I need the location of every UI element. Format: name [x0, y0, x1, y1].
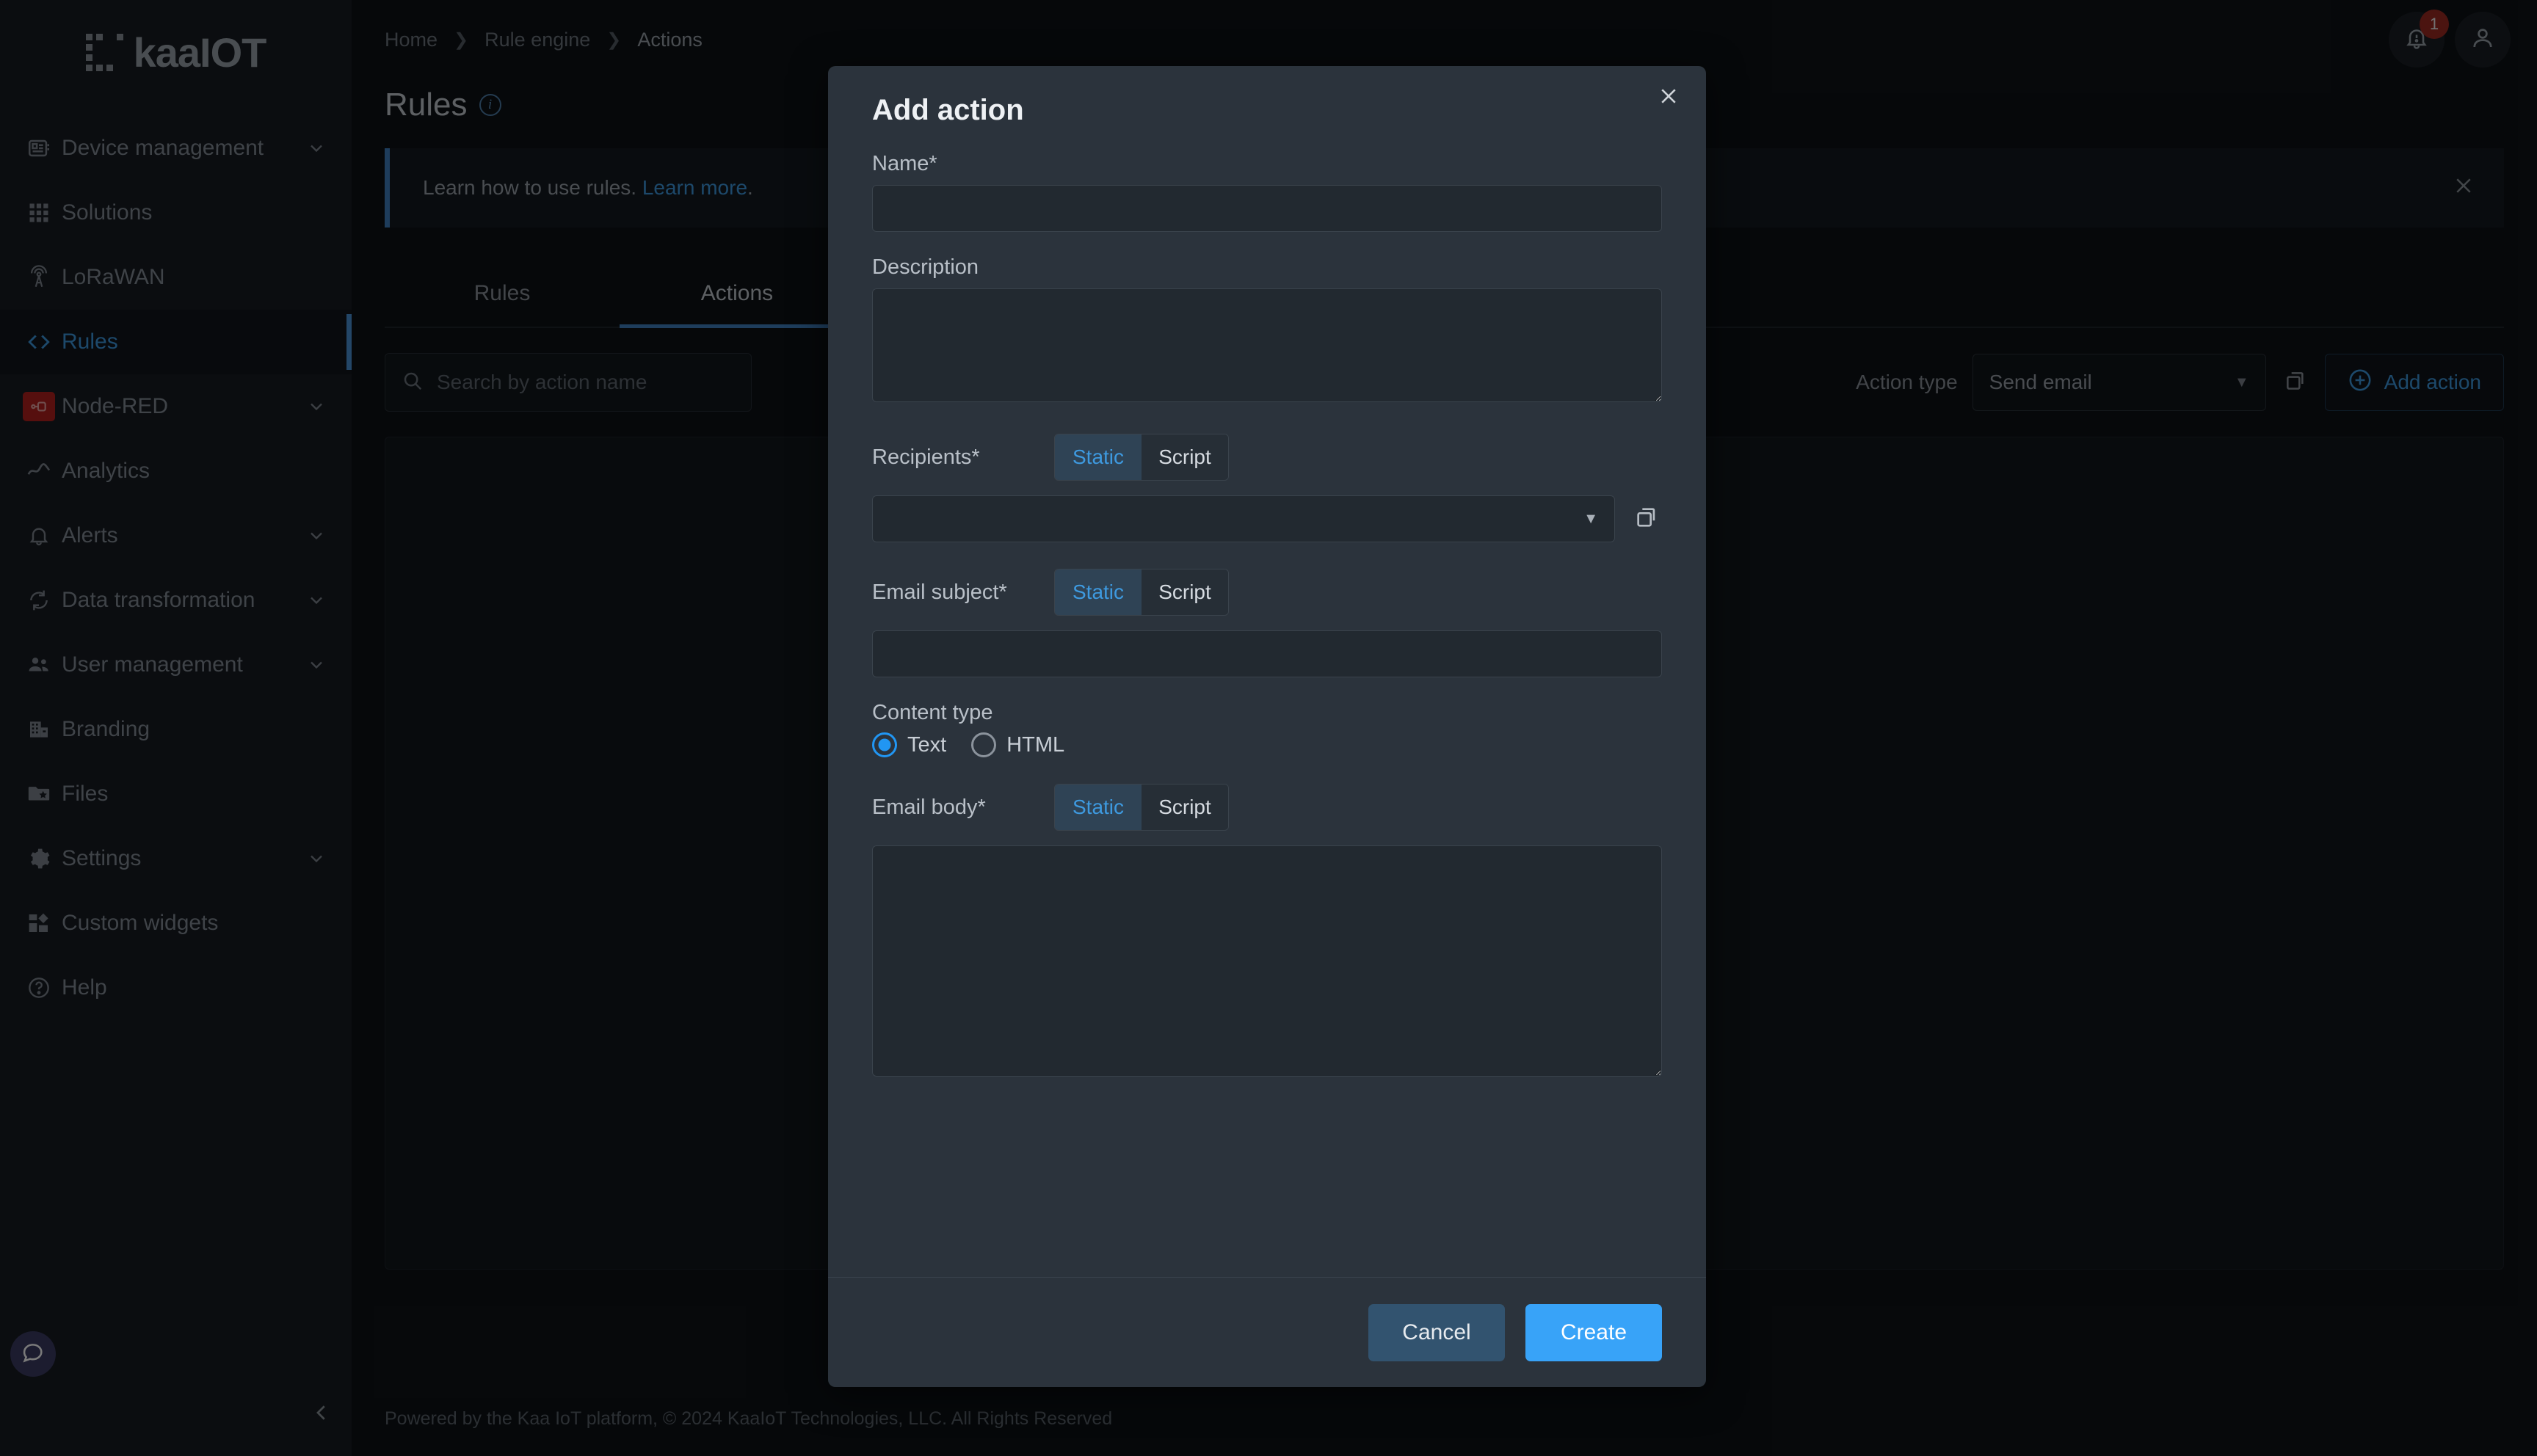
- content-type-text-label: Text: [907, 732, 947, 757]
- radio-unchecked-icon: [971, 732, 997, 757]
- recipients-mode-script[interactable]: Script: [1142, 434, 1228, 480]
- chevron-down-icon: ▼: [1583, 510, 1598, 527]
- email-body-label: Email body*: [872, 795, 986, 819]
- content-type-radio-group: Text HTML: [872, 732, 1662, 757]
- content-type-html-label: HTML: [1006, 732, 1065, 757]
- recipients-select-row: ▼: [872, 495, 1662, 542]
- content-type-option-text[interactable]: Text: [872, 732, 946, 757]
- email-subject-mode-script[interactable]: Script: [1142, 569, 1228, 615]
- name-field[interactable]: [872, 185, 1662, 232]
- recipients-mode-static[interactable]: Static: [1055, 434, 1142, 480]
- content-type-option-html[interactable]: HTML: [971, 732, 1064, 757]
- email-body-row: Email body* Static Script: [872, 784, 1662, 831]
- email-subject-row: Email subject* Static Script: [872, 569, 1662, 616]
- email-subject-field[interactable]: [872, 630, 1662, 677]
- modal-title: Add action: [872, 94, 1024, 126]
- modal-body: Name* Description Recipients* Static Scr…: [828, 127, 1706, 1277]
- email-subject-label: Email subject*: [872, 580, 1007, 604]
- add-action-dialog: Add action Name* Description Recipients*…: [828, 66, 1706, 1387]
- recipients-label: Recipients*: [872, 445, 980, 469]
- recipients-mode-toggle: Static Script: [1054, 434, 1229, 481]
- radio-checked-icon: [872, 732, 897, 757]
- app-root: kaaIOT Device management: [0, 0, 2537, 1456]
- description-label: Description: [872, 255, 979, 279]
- email-subject-mode-static[interactable]: Static: [1055, 569, 1142, 615]
- recipients-select[interactable]: ▼: [872, 495, 1615, 542]
- copy-icon: [1634, 505, 1659, 534]
- cancel-button[interactable]: Cancel: [1368, 1303, 1505, 1361]
- email-body-mode-toggle: Static Script: [1054, 784, 1229, 831]
- name-label: Name*: [872, 152, 937, 175]
- description-field[interactable]: [872, 288, 1662, 402]
- modal-footer: Cancel Create: [828, 1277, 1706, 1387]
- modal-close-icon[interactable]: [1658, 85, 1680, 112]
- email-body-mode-script[interactable]: Script: [1142, 785, 1228, 830]
- recipients-row: Recipients* Static Script: [872, 434, 1662, 481]
- create-button[interactable]: Create: [1525, 1303, 1662, 1361]
- copy-recipients-button[interactable]: [1631, 502, 1662, 536]
- content-type-label: Content type: [872, 701, 993, 724]
- email-subject-mode-toggle: Static Script: [1054, 569, 1229, 616]
- email-body-field[interactable]: [872, 845, 1662, 1077]
- email-body-mode-static[interactable]: Static: [1055, 785, 1142, 830]
